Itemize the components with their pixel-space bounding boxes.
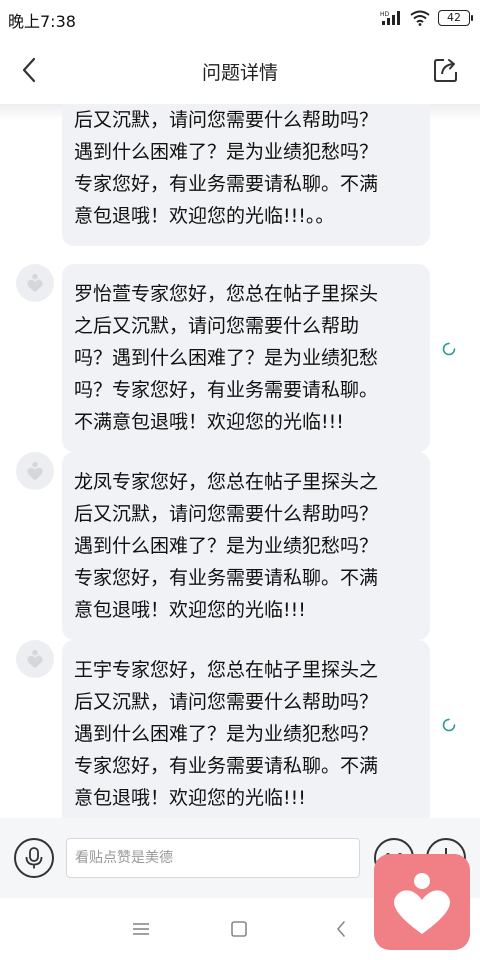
square-icon (231, 921, 247, 937)
message-text: 龙凤专家您好，您总在帖子里探头之 后又沉默，请问您需要什么帮助吗？ 遇到什么困难… (74, 471, 379, 621)
back-nav-button[interactable] (328, 916, 354, 942)
avatar-heart-icon (27, 649, 43, 669)
avatar[interactable] (16, 264, 54, 302)
status-bar: 晚上7:38 HD 42 (0, 0, 480, 36)
loading-spinner-icon (442, 342, 456, 356)
home-nav-button[interactable] (226, 916, 252, 942)
message-list[interactable]: 后又沉默，请问您需要什么帮助吗？ 遇到什么困难了？是为业绩犯愁吗？ 专家您好，有… (0, 104, 480, 818)
reply-input[interactable]: 看贴点赞是美德 (66, 838, 360, 878)
floating-heart-button[interactable] (374, 854, 470, 950)
battery-icon: 42 (438, 10, 473, 26)
avatar[interactable] (16, 452, 54, 490)
avatar[interactable] (16, 640, 54, 678)
loading-spinner-icon (442, 718, 456, 732)
status-icons: HD 42 (380, 7, 473, 29)
nav-bar: 问题详情 (0, 36, 480, 104)
message-text: 后又沉默，请问您需要什么帮助吗？ 遇到什么困难了？是为业绩犯愁吗？ 专家您好，有… (74, 109, 379, 227)
message-bubble[interactable]: 龙凤专家您好，您总在帖子里探头之 后又沉默，请问您需要什么帮助吗？ 遇到什么困难… (62, 452, 430, 640)
avatar-heart-icon (27, 461, 43, 481)
message-bubble[interactable]: 后又沉默，请问您需要什么帮助吗？ 遇到什么困难了？是为业绩犯愁吗？ 专家您好，有… (62, 104, 430, 246)
network-label: HD (380, 11, 390, 18)
triangle-back-icon (336, 921, 345, 937)
menu-icon (133, 923, 149, 935)
menu-nav-button[interactable] (128, 916, 154, 942)
back-button[interactable] (14, 54, 46, 86)
voice-button[interactable] (14, 838, 54, 878)
status-time: 晚上7:38 (8, 12, 76, 31)
avatar-heart-icon (27, 273, 43, 293)
message-bubble[interactable]: 罗怡萱专家您好，您总在帖子里探头 之后又沉默，请问您需要什么帮助 吗？遇到什么困… (62, 264, 430, 452)
share-icon (434, 59, 457, 82)
heart-person-icon (394, 873, 450, 934)
message-text: 罗怡萱专家您好，您总在帖子里探头 之后又沉默，请问您需要什么帮助 吗？遇到什么困… (74, 283, 379, 433)
wifi-icon (410, 10, 430, 26)
chevron-left-icon (22, 57, 36, 83)
microphone-icon (25, 847, 43, 869)
message-bubble[interactable]: 王宇专家您好，您总在帖子里探头之 后又沉默，请问您需要什么帮助吗？ 遇到什么困难… (62, 640, 430, 818)
share-button[interactable] (432, 56, 460, 84)
message-text: 王宇专家您好，您总在帖子里探头之 后又沉默，请问您需要什么帮助吗？ 遇到什么困难… (74, 659, 379, 809)
page-title: 问题详情 (201, 62, 278, 84)
signal-icon: HD (380, 10, 402, 26)
